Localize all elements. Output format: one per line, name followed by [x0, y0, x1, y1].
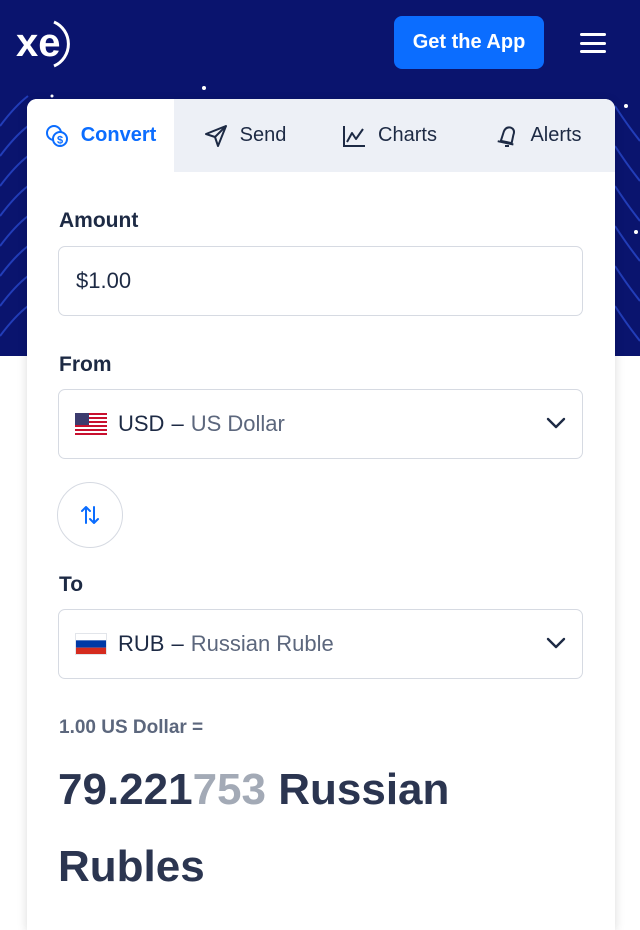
amount-label: Amount: [59, 209, 139, 232]
top-nav-bar: xe Get the App: [0, 0, 640, 86]
amount-input[interactable]: [59, 247, 582, 315]
tab-charts[interactable]: Charts: [316, 99, 463, 172]
paper-plane-icon: [204, 124, 227, 147]
tab-alerts[interactable]: Alerts: [463, 99, 615, 172]
from-separator: –: [171, 411, 184, 436]
from-currency-code: USD: [118, 411, 165, 436]
result-value-main: 79.221: [58, 765, 193, 814]
bell-icon: [497, 125, 516, 147]
chevron-down-icon: [546, 637, 566, 649]
amount-field[interactable]: [58, 246, 583, 316]
tab-convert-label: Convert: [80, 124, 157, 146]
tab-convert[interactable]: $ Convert: [27, 99, 174, 172]
to-separator: –: [171, 631, 184, 656]
svg-text:$: $: [57, 134, 63, 146]
tab-alerts-label: Alerts: [530, 124, 582, 146]
get-the-app-button[interactable]: Get the App: [394, 16, 544, 69]
tab-bar: $ Convert Send Charts Alerts: [27, 99, 615, 172]
hamburger-icon[interactable]: [578, 30, 608, 56]
tab-charts-label: Charts: [378, 124, 437, 146]
to-currency-code: RUB: [118, 631, 165, 656]
base-amount-line: 1.00 US Dollar =: [59, 717, 204, 738]
xe-logo[interactable]: xe: [14, 16, 82, 70]
tab-send-label: Send: [239, 124, 287, 146]
coins-icon: $: [45, 124, 68, 147]
to-label: To: [59, 573, 84, 596]
converter-card: $ Convert Send Charts Alerts Amount $1.0…: [27, 99, 615, 930]
line-chart-icon: [343, 125, 366, 147]
to-currency-name: Russian Ruble: [190, 631, 334, 656]
from-currency-select[interactable]: USD – US Dollar: [58, 389, 583, 459]
from-currency-name: US Dollar: [190, 411, 285, 436]
conversion-result: 79.221753 Russian Rubles: [58, 751, 578, 905]
swap-arrows-icon: [81, 506, 99, 524]
from-label: From: [59, 353, 112, 376]
swap-currencies-button[interactable]: [57, 482, 123, 548]
result-value-faded: 753: [192, 765, 266, 814]
to-currency-select[interactable]: RUB – Russian Ruble: [58, 609, 583, 679]
russia-flag-icon: [75, 633, 107, 655]
svg-text:xe: xe: [16, 21, 61, 65]
tab-send[interactable]: Send: [174, 99, 316, 172]
us-flag-icon: [75, 413, 107, 435]
chevron-down-icon: [546, 417, 566, 429]
